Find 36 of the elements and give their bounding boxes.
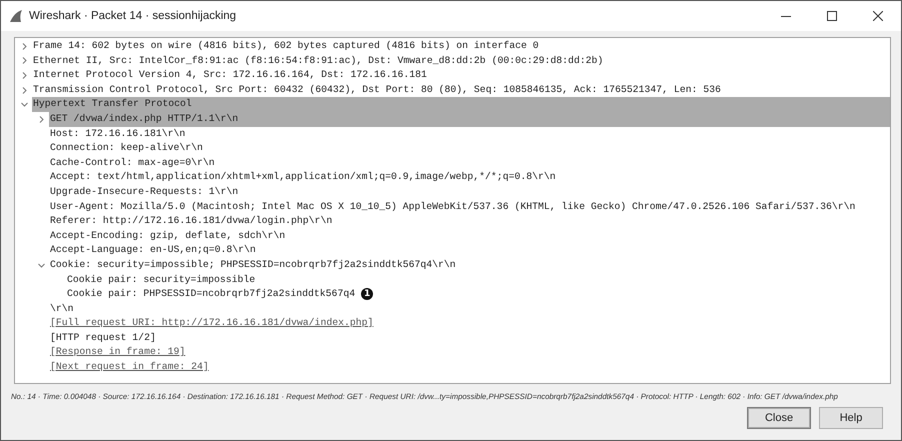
- expand-caret-icon[interactable]: [38, 116, 45, 123]
- tree-item[interactable]: Accept-Encoding: gzip, deflate, sdch\r\n: [49, 228, 286, 244]
- callout-badge: 1: [361, 288, 374, 300]
- tree-item[interactable]: Cookie pair: PHPSESSID=ncobrqrb7fj2a2sinddtk567q4: [66, 287, 356, 302]
- expand-caret-icon[interactable]: [21, 72, 28, 79]
- tree-link[interactable]: [Next request in frame: 24]: [49, 360, 209, 375]
- collapse-caret-icon[interactable]: [38, 262, 45, 269]
- tree-item[interactable]: Cache-Control: max-age=0\r\n: [49, 156, 215, 170]
- maximize-icon[interactable]: [827, 11, 837, 21]
- expand-caret-icon[interactable]: [21, 86, 28, 94]
- tree-item[interactable]: Hypertext Transfer Protocol: [32, 97, 192, 112]
- tree-item[interactable]: Accept-Language: en-US,en;q=0.8\r\n: [49, 243, 256, 258]
- tree-item[interactable]: Transmission Control Protocol, Src Port: 60432 (60432), Dst Port: 80 (80), Seq: 1085846135, Ack: 1765521347, Len: 536: [32, 82, 721, 98]
- tree-item[interactable]: Internet Protocol Version 4, Src: 172.16.16.164, Dst: 172.16.16.181: [32, 68, 427, 83]
- window-title: Wireshark · Packet 14 · sessionhijacking: [29, 10, 238, 22]
- tree-item[interactable]: [HTTP request 1/2]: [49, 330, 156, 346]
- tree-item[interactable]: Ethernet II, Src: IntelCor_f8:91:ac (f8:16:54:f8:91:ac), Dst: Vmware_d8:dd:2b (00:0c:29:d8:dd:2b): [32, 54, 604, 68]
- collapse-caret-icon[interactable]: [21, 101, 28, 108]
- tree-item[interactable]: Cookie: security=impossible; PHPSESSID=ncobrqrb7fj2a2sinddtk567q4\r\n: [49, 258, 456, 272]
- expand-caret-icon[interactable]: [21, 42, 28, 50]
- tree-item[interactable]: Referer: http://172.16.16.181/dvwa/login.php\r\n: [49, 214, 332, 229]
- tree-item[interactable]: User-Agent: Mozilla/5.0 (Macintosh; Intel Mac OS X 10_10_5) AppleWebKit/537.36 (KHTML, like Gecko) Chrome/47.0.2526.106 Safari/537.36\r\n: [49, 200, 856, 214]
- close-icon[interactable]: [873, 11, 883, 21]
- tree-item[interactable]: Upgrade-Insecure-Requests: 1\r\n: [49, 184, 238, 200]
- help-button[interactable]: Help: [819, 407, 883, 429]
- tree-item[interactable]: Connection: keep-alive\r\n: [49, 141, 203, 156]
- tree-item[interactable]: Host: 172.16.16.181\r\n: [49, 126, 186, 142]
- close-button[interactable]: Close: [747, 407, 811, 429]
- expand-caret-icon[interactable]: [21, 57, 28, 64]
- tree-item[interactable]: Frame 14: 602 bytes on wire (4816 bits), 602 bytes captured (4816 bits) on interface 0: [32, 39, 539, 54]
- tree-item[interactable]: Cookie pair: security=impossible: [66, 272, 256, 288]
- tree-link[interactable]: [Full request URI: http://172.16.16.181/dvwa/index.php]: [49, 316, 374, 331]
- shark-fin-icon: [9, 10, 23, 22]
- tree-item[interactable]: Accept: text/html,application/xhtml+xml,application/xml;q=0.9,image/webp,*/*;q=0.8\r\n: [49, 170, 556, 185]
- tree-item[interactable]: \r\n: [49, 302, 74, 316]
- tree-link[interactable]: [Response in frame: 19]: [49, 345, 186, 360]
